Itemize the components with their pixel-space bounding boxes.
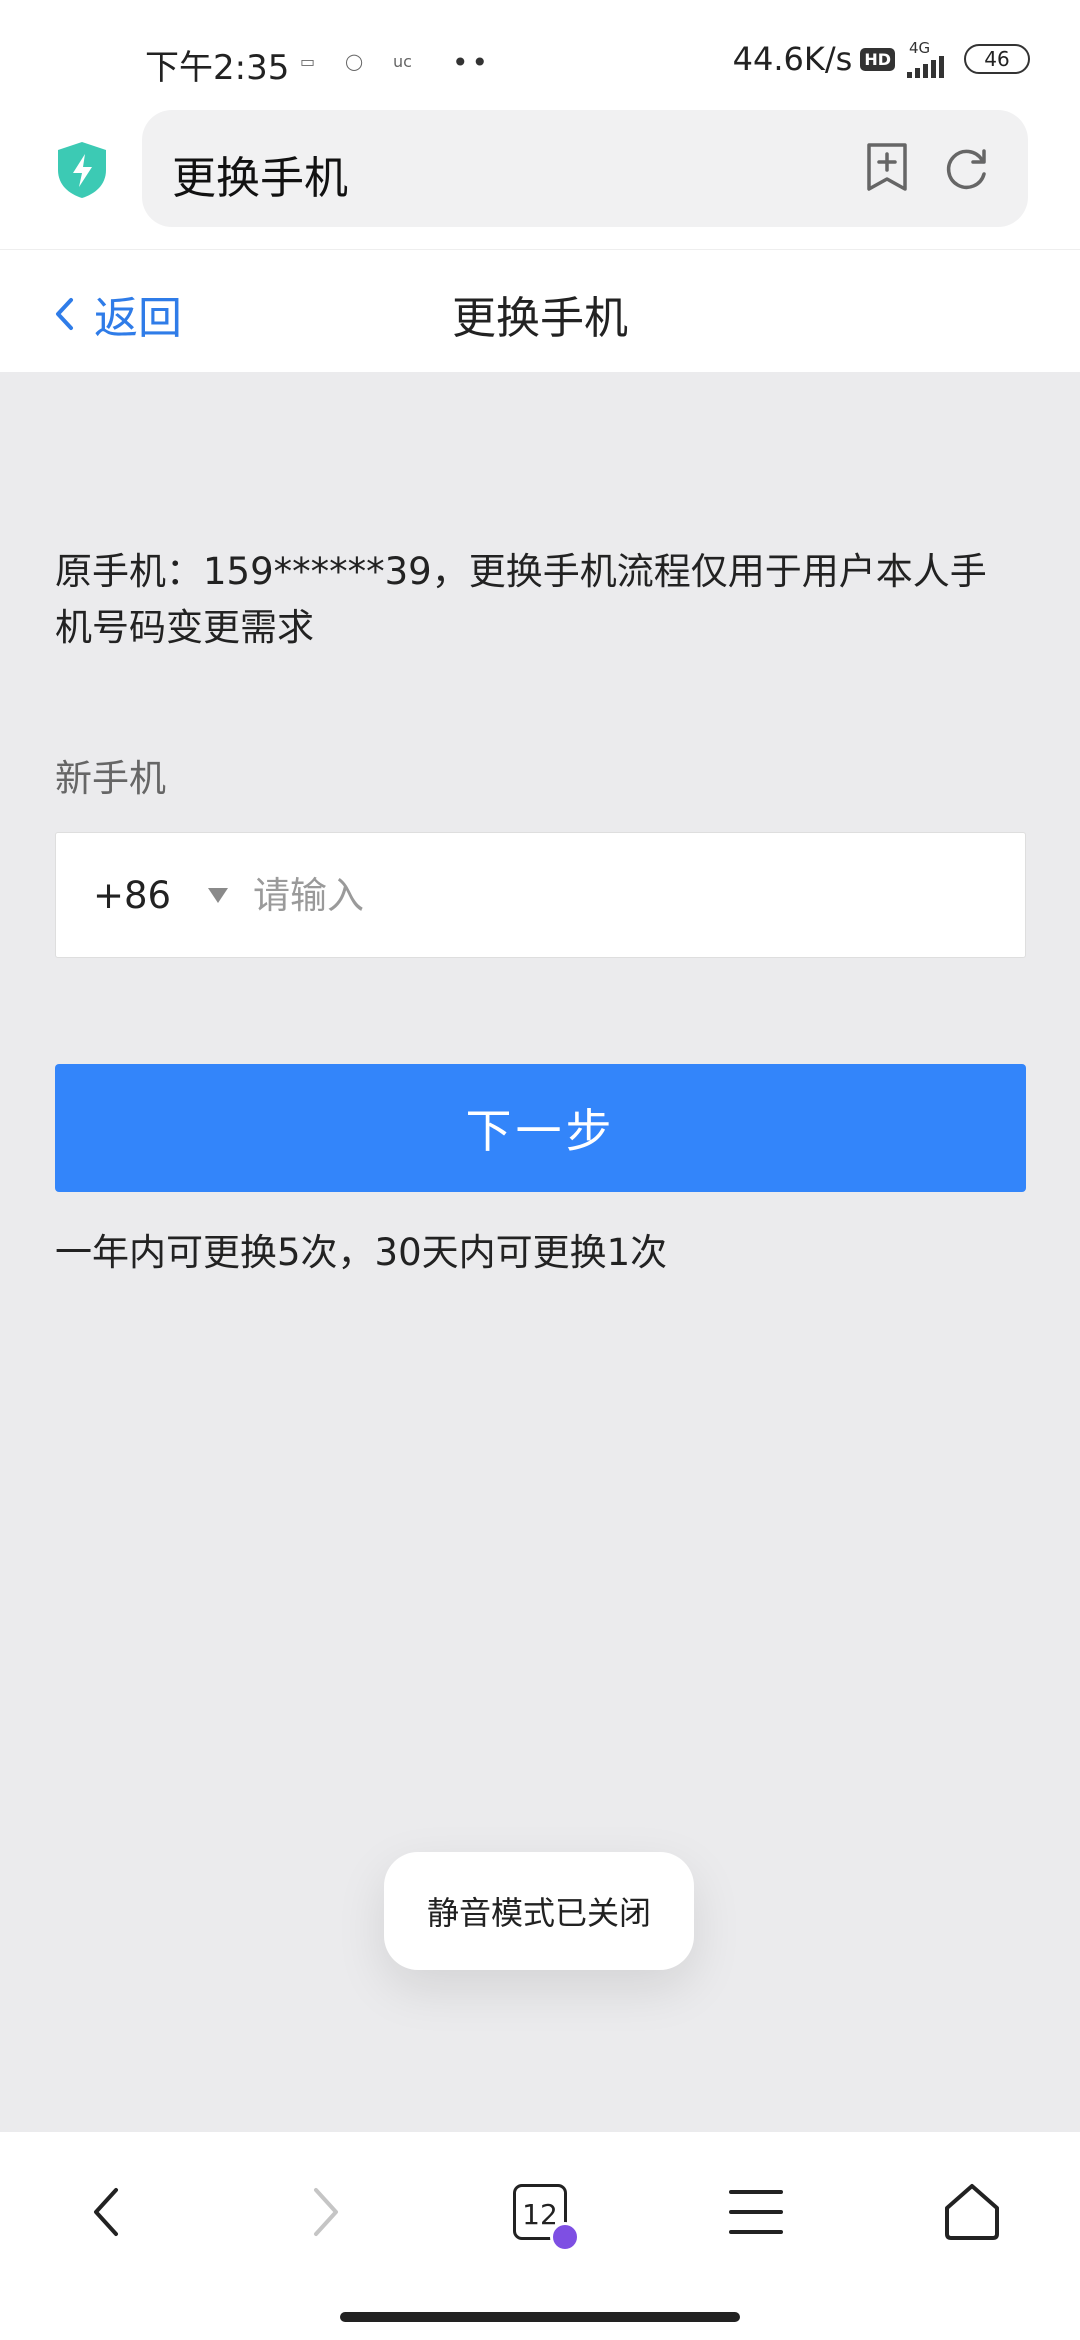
original-phone-info: 原手机：159******39，更换手机流程仅用于用户本人手机号码变更需求 [55, 550, 987, 649]
shield-bolt-icon[interactable] [55, 140, 109, 200]
menu-icon [729, 2190, 783, 2234]
uc-icon: uc [393, 52, 412, 71]
net-speed: 44.6K/s [732, 40, 853, 78]
country-code-select[interactable]: +86 [93, 874, 203, 917]
url-title: 更换手机 [172, 153, 348, 204]
toast: 静音模式已关闭 [384, 1852, 694, 1970]
browser-toolbar: 更换手机 [0, 110, 1080, 250]
notification-icons: ▭ ◯ uc [300, 52, 412, 71]
status-time: 下午2:35 [145, 48, 290, 88]
bookmark-add-icon[interactable] [864, 142, 910, 192]
toast-message: 静音模式已关闭 [426, 1894, 651, 1932]
forward-icon [314, 2188, 338, 2236]
phone-input[interactable] [253, 873, 953, 917]
back-icon [94, 2188, 118, 2236]
address-bar[interactable]: 更换手机 [142, 110, 1028, 227]
nav-menu-button[interactable] [716, 2172, 796, 2252]
network-type: 4G [909, 38, 931, 57]
next-button[interactable]: 下一步 [55, 1064, 1026, 1192]
nav-home-button[interactable] [932, 2172, 1012, 2252]
battery-level: 46 [984, 47, 1010, 71]
phone-input-row: +86 [55, 832, 1026, 958]
nav-tabs-button[interactable]: 12 [500, 2172, 580, 2252]
page-header: 返回 更换手机 [0, 250, 1080, 372]
qq-icon: ◯ [345, 52, 364, 71]
main-content: 原手机：159******39，更换手机流程仅用于用户本人手机号码变更需求 新手… [0, 372, 1080, 2132]
message-icon: ▭ [300, 52, 316, 71]
bottom-nav: 12 [0, 2132, 1080, 2340]
home-icon [945, 2184, 999, 2240]
change-limit-note: 一年内可更换5次，30天内可更换1次 [55, 1231, 668, 1274]
hd-icon: HD [860, 47, 895, 71]
new-phone-label: 新手机 [55, 757, 166, 800]
signal-bars [907, 55, 944, 78]
page-title: 更换手机 [452, 293, 628, 344]
home-indicator[interactable] [340, 2312, 740, 2322]
nav-forward-button[interactable] [286, 2172, 366, 2252]
nav-back-button[interactable] [66, 2172, 146, 2252]
status-right-group: 44.6K/s HD 4G 46 [733, 40, 1030, 78]
dropdown-triangle-icon[interactable] [207, 886, 229, 904]
tabs-icon: 12 [500, 2172, 580, 2252]
signal-icon: 4G [907, 38, 944, 78]
status-bar: 下午2:35 ▭ ◯ uc •• 44.6K/s HD 4G 46 [0, 0, 1080, 110]
more-notifications-icon: •• [452, 46, 492, 79]
battery-icon: 46 [964, 44, 1030, 74]
refresh-icon[interactable] [944, 146, 990, 192]
incognito-badge-icon [550, 2222, 580, 2252]
